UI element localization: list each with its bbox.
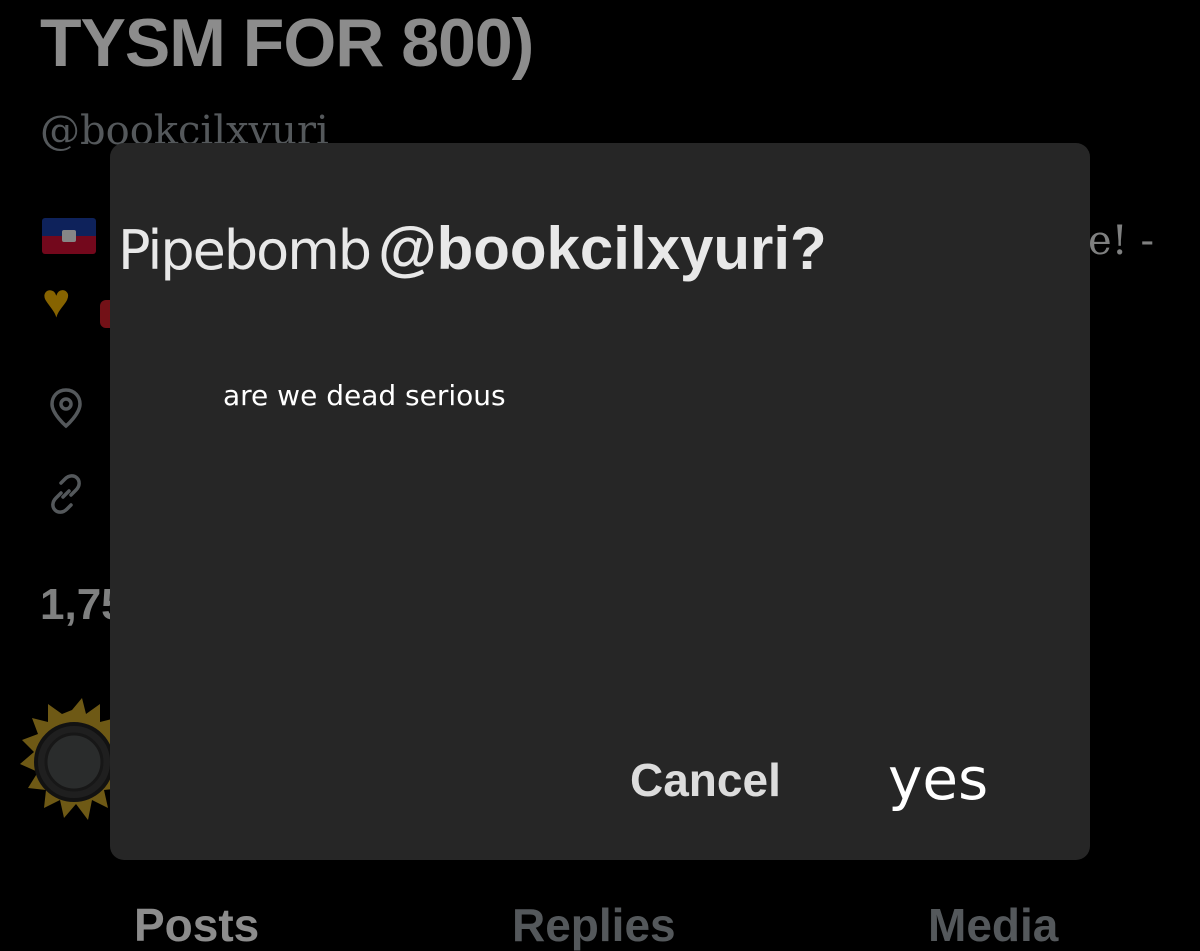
dialog-title: Pipebomb @bookcilxyuri? xyxy=(118,219,827,279)
haiti-flag-icon xyxy=(42,218,96,254)
profile-display-name: TYSM FOR 800) xyxy=(40,5,534,81)
link-icon xyxy=(51,474,81,514)
tab-posts[interactable]: Posts xyxy=(134,898,259,951)
tab-media[interactable]: Media xyxy=(928,898,1058,951)
profile-bio-fragment: e! - xyxy=(1088,218,1154,264)
location-pin-icon xyxy=(50,388,82,429)
confirm-button[interactable]: yes xyxy=(888,745,988,813)
dialog-title-handle: @bookcilxyuri? xyxy=(378,215,827,282)
confirm-dialog: Pipebomb @bookcilxyuri? are we dead serio… xyxy=(110,143,1090,860)
dialog-title-action: Pipebomb xyxy=(118,219,372,282)
dialog-message: are we dead serious xyxy=(223,379,506,412)
yellow-heart-icon: ♥ xyxy=(42,275,71,328)
cancel-button[interactable]: Cancel xyxy=(630,753,781,807)
tab-replies[interactable]: Replies xyxy=(512,898,676,951)
